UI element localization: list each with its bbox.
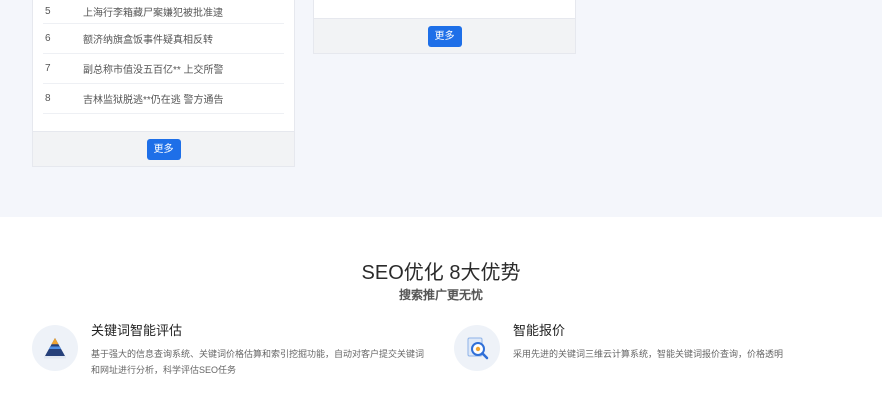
news-card-footer: 更多 [33, 131, 294, 166]
page: 5 上海行李箱藏尸案嫌犯被批准逮 6 额济纳旗盒饭事件疑真相反转 7 副总称市值… [0, 0, 882, 400]
news-rank: 8 [45, 93, 51, 104]
feature-text: 智能报价 采用先进的关键词三维云计算系统，智能关键词报价查询，价格透明 [513, 322, 813, 362]
feature-description: 基于强大的信息查询系统、关键词价格估算和索引挖掘功能，自动对客户提交关键词和网址… [91, 349, 425, 375]
side-card-footer: 更多 [314, 18, 575, 53]
side-more-button[interactable]: 更多 [427, 25, 462, 47]
magnifier-icon [454, 325, 500, 371]
news-card: 5 上海行李箱藏尸案嫌犯被批准逮 6 额济纳旗盒饭事件疑真相反转 7 副总称市值… [32, 0, 295, 167]
news-item[interactable]: 6 额济纳旗盒饭事件疑真相反转 [43, 24, 284, 54]
feature-title: 智能报价 [513, 323, 566, 338]
news-rank: 6 [45, 33, 51, 44]
feature-title: 关键词智能评估 [91, 323, 183, 338]
news-title-link[interactable]: 额济纳旗盒饭事件疑真相反转 [83, 31, 284, 46]
news-title-link[interactable]: 副总称市值没五百亿** 上交所警 [83, 61, 284, 76]
news-item[interactable]: 8 吉林监狱脱逃**仍在逃 警方通告 [43, 84, 284, 114]
news-list: 5 上海行李箱藏尸案嫌犯被批准逮 6 额济纳旗盒饭事件疑真相反转 7 副总称市值… [33, 0, 294, 114]
feature-description: 采用先进的关键词三维云计算系统，智能关键词报价查询，价格透明 [513, 349, 784, 359]
news-item[interactable]: 7 副总称市值没五百亿** 上交所警 [43, 54, 284, 84]
news-title-link[interactable]: 上海行李箱藏尸案嫌犯被批准逮 [83, 4, 284, 19]
news-rank: 5 [45, 6, 51, 17]
news-section-background: 5 上海行李箱藏尸案嫌犯被批准逮 6 额济纳旗盒饭事件疑真相反转 7 副总称市值… [0, 0, 882, 217]
advantages-title: SEO优化 8大优势 [361, 262, 521, 284]
advantages-subtitle: 搜索推广更无忧 [398, 288, 483, 302]
news-more-button[interactable]: 更多 [146, 138, 181, 160]
news-item[interactable]: 5 上海行李箱藏尸案嫌犯被批准逮 [43, 0, 284, 24]
feature-text: 关键词智能评估 基于强大的信息查询系统、关键词价格估算和索引挖掘功能，自动对客户… [91, 322, 431, 378]
news-rank: 7 [45, 63, 51, 74]
news-title-link[interactable]: 吉林监狱脱逃**仍在逃 警方通告 [83, 91, 284, 106]
side-card: 更多 [313, 0, 576, 54]
pyramid-icon [32, 325, 78, 371]
